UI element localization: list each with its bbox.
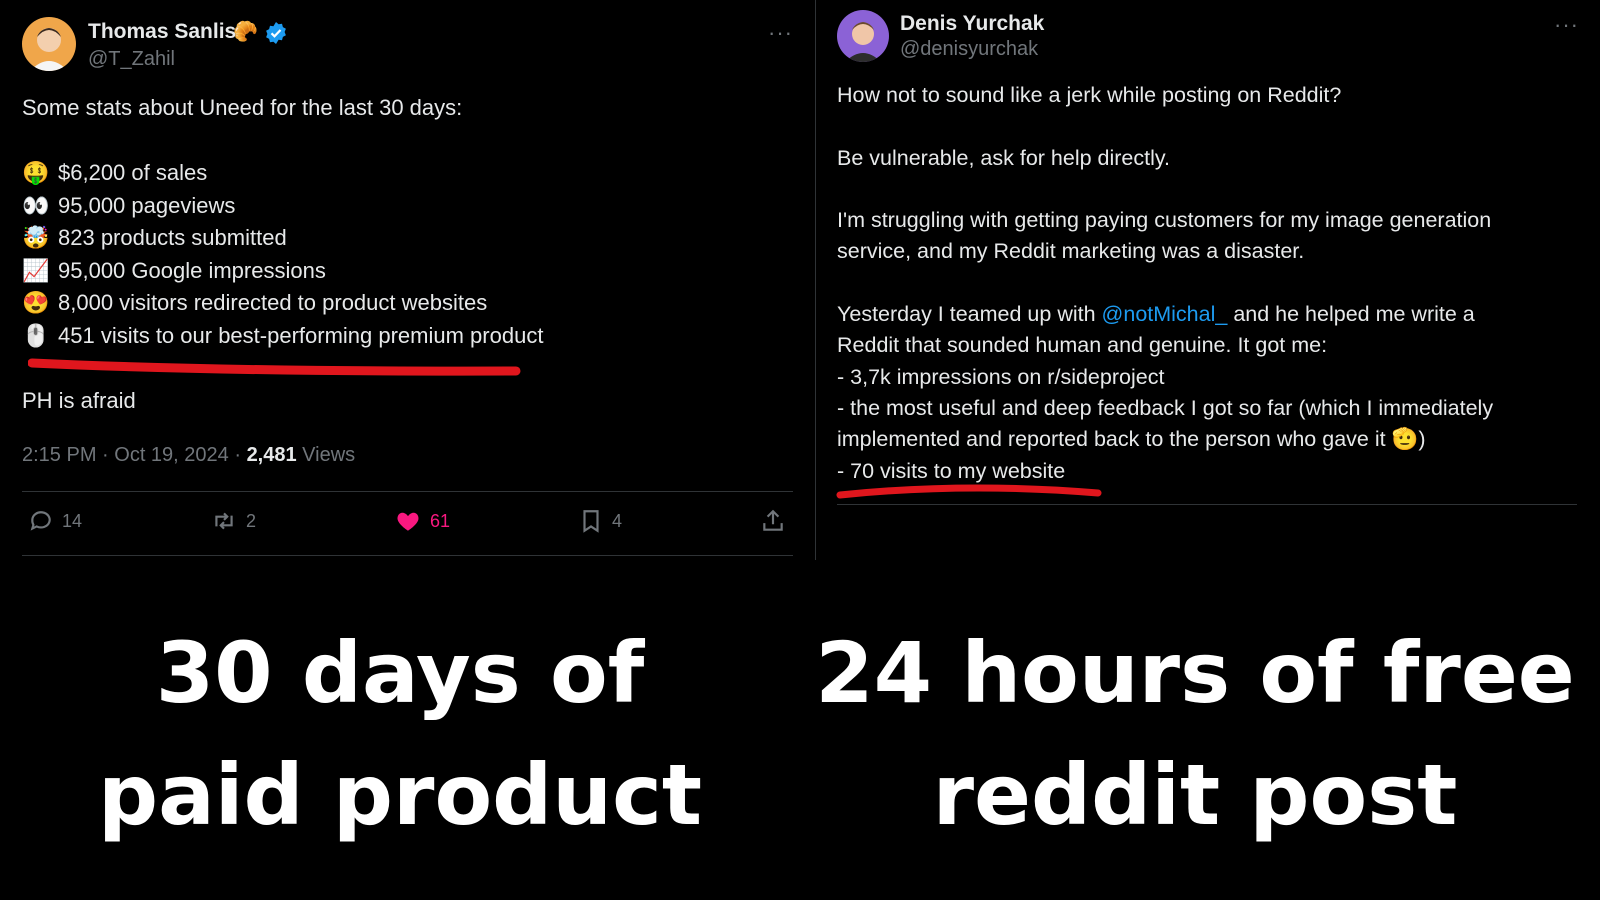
- thomas-avatar[interactable]: [22, 17, 76, 71]
- author-name[interactable]: Denis Yurchak: [900, 12, 1044, 36]
- reply-icon: [30, 511, 51, 531]
- tweet-text: How not to sound like a jerk while posti…: [837, 80, 1493, 487]
- money-face-icon: 🤑: [22, 160, 50, 185]
- heart-eyes-icon: 😍: [22, 290, 50, 315]
- paragraph: Reddit that sounded human and genuine. I…: [837, 333, 1328, 358]
- repost-count: 2: [246, 510, 257, 531]
- paragraph: Yesterday I teamed up with @notMichal_ a…: [837, 302, 1475, 327]
- stat-line: 🤯 823 products submitted: [22, 222, 543, 255]
- timestamp[interactable]: 2:15 PM · Oct 19, 2024 ·: [22, 444, 247, 466]
- salute-emoji: 🫡: [1391, 427, 1419, 452]
- stat-line: 📈 95,000 Google impressions: [22, 255, 543, 288]
- stat-line: 👀 95,000 pageviews: [22, 190, 543, 223]
- divider-bottom: [22, 555, 793, 556]
- croissant-emoji: 🥐: [233, 21, 258, 43]
- share-button[interactable]: [760, 508, 794, 534]
- eyes-icon: 👀: [22, 192, 50, 218]
- red-underline: [28, 358, 521, 376]
- left-caption-line2: paid product: [97, 746, 703, 844]
- like-button[interactable]: 61: [394, 508, 450, 534]
- paragraph: Be vulnerable, ask for help directly.: [837, 145, 1171, 170]
- views-count: 2,481: [246, 444, 297, 466]
- bookmark-button[interactable]: 4: [578, 508, 622, 534]
- author-name[interactable]: Thomas Sanlis: [88, 20, 236, 44]
- closing-line: PH is afraid: [22, 387, 136, 413]
- intro-line: Some stats about Uneed for the last 30 d…: [22, 95, 463, 120]
- views-label: Views: [296, 444, 356, 466]
- right-caption-line2: reddit post: [932, 746, 1458, 844]
- chart-up-icon: 📈: [22, 257, 50, 283]
- repost-button[interactable]: 2: [210, 508, 256, 534]
- red-underline: [836, 484, 1102, 499]
- mention-link[interactable]: @notMichal_: [1102, 302, 1228, 326]
- stat-line: 🖱️ 451 visits to our best-performing prem…: [22, 320, 543, 353]
- paragraph: I'm struggling with getting paying custo…: [837, 208, 1492, 233]
- reply-button[interactable]: 14: [28, 508, 82, 534]
- tweet-meta: 2:15 PM · Oct 19, 2024 · 2,481 Views: [22, 444, 355, 467]
- denis-avatar[interactable]: [837, 10, 889, 62]
- verified-badge-icon: [264, 21, 288, 50]
- bullet: - 3,7k impressions on r/sideproject: [837, 364, 1165, 389]
- bookmark-icon: [583, 510, 599, 533]
- paragraph: service, and my Reddit marketing was a d…: [837, 239, 1305, 264]
- left-caption-line1: 30 days of: [155, 624, 645, 722]
- reply-count: 14: [62, 510, 83, 531]
- divider-bottom: [837, 504, 1577, 505]
- left-tweet: Thomas Sanlis 🥐 @T_Zahil ··· Some stats …: [0, 0, 815, 560]
- heart-icon: [397, 512, 419, 531]
- repost-icon: [215, 512, 233, 530]
- right-tweet: Denis Yurchak @denisyurchak ··· How not …: [816, 0, 1600, 560]
- more-options-icon[interactable]: ···: [768, 20, 793, 46]
- paragraph: How not to sound like a jerk while posti…: [837, 83, 1342, 107]
- author-handle[interactable]: @denisyurchak: [900, 38, 1038, 61]
- bookmark-count: 4: [612, 510, 623, 531]
- mind-blown-icon: 🤯: [22, 225, 50, 250]
- right-caption-line1: 24 hours of free: [815, 624, 1575, 722]
- mouse-icon: 🖱️: [22, 322, 50, 348]
- right-caption: 24 hours of free reddit post: [810, 612, 1580, 856]
- bullet: - the most useful and deep feedback I go…: [837, 395, 1494, 420]
- stat-line: 😍 8,000 visitors redirected to product we…: [22, 287, 543, 320]
- stat-line: 🤑 $6,200 of sales: [22, 157, 543, 190]
- author-handle[interactable]: @T_Zahil: [88, 48, 175, 71]
- like-count: 61: [430, 510, 451, 531]
- left-caption: 30 days of paid product: [60, 612, 740, 856]
- more-options-icon[interactable]: ···: [1554, 12, 1579, 38]
- bullet: implemented and reported back to the per…: [837, 427, 1426, 452]
- share-icon: [763, 509, 783, 531]
- divider-top: [22, 491, 793, 492]
